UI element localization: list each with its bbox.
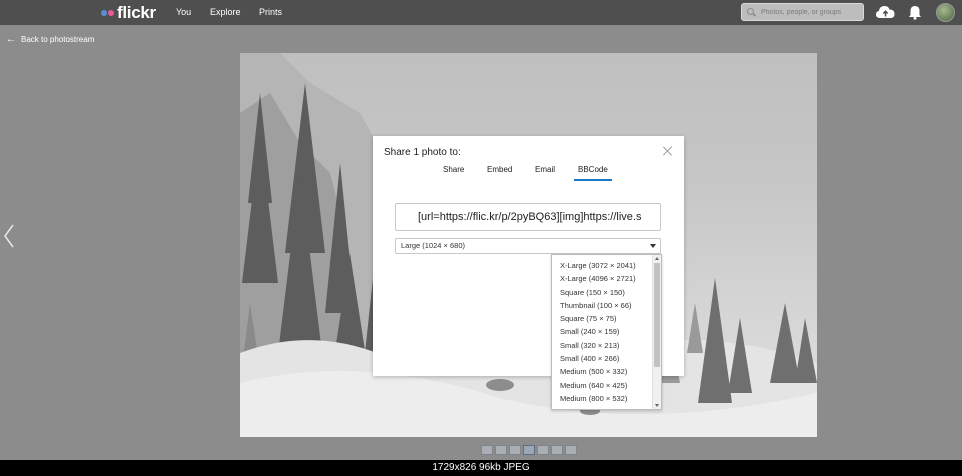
photo-size-select[interactable]: Large (1024 × 680) <box>395 238 661 254</box>
filmstrip-thumbnail[interactable] <box>509 445 521 455</box>
bbcode-text-field[interactable]: [url=https://flic.kr/p/2pyBQ63][img]http… <box>395 203 661 231</box>
avatar[interactable] <box>936 3 955 22</box>
size-option[interactable]: Square (75 × 75) <box>552 312 653 325</box>
tab-share[interactable]: Share <box>443 165 464 179</box>
flickr-logo[interactable]: flickr <box>101 3 156 23</box>
search-box[interactable] <box>741 3 864 21</box>
image-info-caption: 1729x826 96kb JPEG <box>0 460 962 476</box>
filmstrip-thumbnail[interactable] <box>537 445 549 455</box>
filmstrip-thumbnail[interactable] <box>481 445 493 455</box>
filmstrip-thumbnail[interactable] <box>551 445 563 455</box>
size-option[interactable]: X-Large (3072 × 2041) <box>552 259 653 272</box>
upload-cloud-icon[interactable] <box>876 5 895 20</box>
top-navigation-bar: flickr You Explore Prints <box>0 0 962 25</box>
logo-blue-dot <box>101 10 107 16</box>
filmstrip-thumbnail[interactable] <box>495 445 507 455</box>
size-option[interactable]: Medium (800 × 532) <box>552 392 653 405</box>
nav-prints[interactable]: Prints <box>259 7 282 17</box>
filmstrip-thumbnail-current[interactable] <box>523 445 535 455</box>
tab-email[interactable]: Email <box>535 165 555 179</box>
selected-size-label: Large (1024 × 680) <box>401 241 466 250</box>
chevron-down-icon <box>650 244 656 248</box>
dropdown-scrollbar[interactable] <box>652 255 661 409</box>
tab-bbcode[interactable]: BBCode <box>574 165 612 181</box>
back-link-label: Back to photostream <box>21 35 95 44</box>
bell-icon[interactable] <box>908 5 922 20</box>
nav-you[interactable]: You <box>176 7 191 17</box>
search-icon <box>747 7 756 17</box>
size-option[interactable]: Square (150 × 150) <box>552 286 653 299</box>
size-option[interactable]: Medium (500 × 332) <box>552 365 653 378</box>
back-arrow-icon: ← <box>6 33 16 45</box>
tab-embed[interactable]: Embed <box>487 165 512 179</box>
modal-title: Share 1 photo to: <box>384 147 461 158</box>
search-input[interactable] <box>761 8 856 16</box>
size-option[interactable]: Small (320 × 213) <box>552 339 653 352</box>
photo-filmstrip <box>481 445 577 455</box>
close-icon[interactable] <box>663 146 673 156</box>
filmstrip-thumbnail[interactable] <box>565 445 577 455</box>
logo-text: flickr <box>117 3 156 22</box>
size-option[interactable]: Small (240 × 159) <box>552 325 653 338</box>
logo-pink-dot <box>108 10 114 16</box>
scroll-down-arrow-icon[interactable] <box>655 404 659 407</box>
scroll-up-arrow-icon[interactable] <box>655 257 659 260</box>
share-tabs: Share Embed Email BBCode <box>373 165 684 181</box>
chevron-left-icon[interactable] <box>2 223 16 249</box>
back-to-photostream-link[interactable]: ← Back to photostream <box>6 33 95 45</box>
size-option[interactable]: Thumbnail (100 × 66) <box>552 299 653 312</box>
size-option[interactable]: X-Large (4096 × 2721) <box>552 272 653 285</box>
nav-explore[interactable]: Explore <box>210 7 241 17</box>
size-option[interactable]: Medium (640 × 425) <box>552 379 653 392</box>
size-option[interactable]: Small (400 × 266) <box>552 352 653 365</box>
size-dropdown-list[interactable]: X-Large (3072 × 2041) X-Large (4096 × 27… <box>551 254 662 410</box>
scroll-thumb[interactable] <box>654 263 660 367</box>
